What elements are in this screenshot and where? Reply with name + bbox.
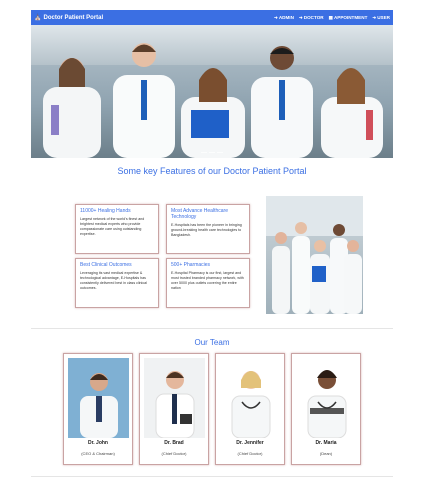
sign-in-icon: ➜: [298, 14, 303, 20]
calendar-icon: ▦: [328, 14, 333, 20]
carousel-dot[interactable]: [201, 151, 207, 153]
carousel-indicators: [201, 151, 223, 153]
nav-link-label: APPOINTMENT: [333, 15, 368, 20]
team-card: Dr. Maria (Dean): [291, 353, 361, 465]
team-title: Our Team: [194, 338, 230, 347]
team-card: Dr. Jennifer (Chief Doctor): [215, 353, 285, 465]
team-card: Dr. Brad (Chief Doctor): [139, 353, 209, 465]
hospital-icon: ⛪: [34, 15, 42, 21]
nav-link-label: DOCTOR: [303, 15, 324, 20]
feature-card-title: Most Advance Healthcare Technology: [171, 208, 228, 220]
carousel-dot[interactable]: [217, 151, 223, 153]
feature-card: 11000+ Healing Hands Largest network of …: [75, 204, 159, 254]
carousel-dot[interactable]: [209, 151, 215, 153]
nav-link-user[interactable]: ➜ USER: [372, 15, 390, 21]
brand-label: Doctor Patient Portal: [43, 14, 104, 21]
team-member-name: Dr. Brad: [164, 440, 184, 446]
team-member-name: Dr. John: [87, 440, 108, 446]
team-member-role: (CEO & Chairman): [81, 451, 115, 456]
nav-link-admin[interactable]: ➜ ADMIN: [274, 15, 294, 21]
section-divider: [31, 328, 393, 329]
feature-card-title: Best Clinical Outcomes: [80, 262, 132, 268]
team-member-name: Dr. Jennifer: [236, 440, 264, 446]
nav-link-appointment[interactable]: ▦ APPOINTMENT: [329, 15, 368, 21]
sign-in-icon: ➜: [372, 14, 377, 20]
team-photo: [296, 358, 357, 438]
nav-link-label: USER: [377, 15, 390, 20]
section-divider: [31, 476, 393, 477]
feature-card-desc: E-Hospital Pharmacy is our first, larges…: [171, 271, 244, 290]
team-member-role: (Chief Doctor): [237, 451, 263, 456]
feature-card: Best Clinical Outcomes Leveraging its va…: [75, 258, 159, 308]
team-card: Dr. John (CEO & Chairman): [63, 353, 133, 465]
team-photo: [220, 358, 281, 438]
feature-card-desc: Largest network of the world's finest an…: [80, 217, 145, 236]
team-member-name: Dr. Maria: [315, 440, 337, 446]
navbar: ⛪ Doctor Patient Portal ➜ ADMIN ➜ DOCTOR…: [31, 10, 393, 25]
features-title: Some key Features of our Doctor Patient …: [117, 166, 307, 176]
feature-card-desc: E-Hospitals has been the pioneer in brin…: [171, 223, 242, 237]
doctors-group-photo: [266, 196, 363, 314]
brand[interactable]: ⛪ Doctor Patient Portal: [34, 14, 104, 22]
team-member-role: (Dean): [319, 451, 333, 456]
team-member-role: (Chief Doctor): [161, 451, 187, 456]
nav-links: ➜ ADMIN ➜ DOCTOR ▦ APPOINTMENT ➜ USER: [274, 15, 390, 21]
sign-in-icon: ➜: [273, 14, 278, 20]
hero-carousel-image: [31, 25, 393, 158]
team-photo: [68, 358, 129, 438]
team-photo: [144, 358, 205, 438]
feature-card-title: 500+ Pharmacies: [171, 262, 211, 268]
feature-card-desc: Leveraging its vast medical expertise & …: [80, 271, 147, 290]
feature-card-title: 11000+ Healing Hands: [80, 208, 131, 214]
nav-link-doctor[interactable]: ➜ DOCTOR: [299, 15, 324, 21]
features-doctors-photo: [266, 196, 363, 314]
feature-card: 500+ Pharmacies E-Hospital Pharmacy is o…: [166, 258, 250, 308]
doctors-group-photo: [43, 43, 383, 158]
nav-link-label: ADMIN: [278, 15, 294, 20]
feature-card: Most Advance Healthcare Technology E-Hos…: [166, 204, 250, 254]
